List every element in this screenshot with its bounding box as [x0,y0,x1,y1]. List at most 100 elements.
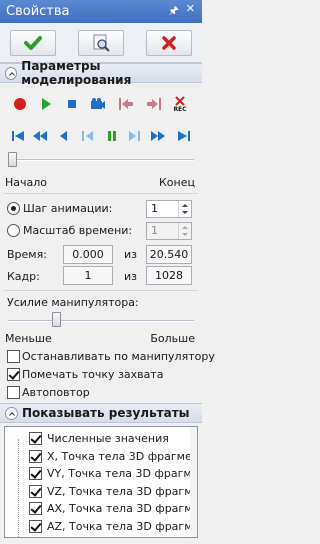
mark-grip-point-checkbox[interactable] [7,368,20,381]
step-back-icon [60,131,67,141]
fast-forward-button[interactable] [150,128,166,144]
autorepeat-checkbox[interactable] [7,386,20,399]
to-start-icon [12,131,24,141]
results-item-label: X, Точка тела 3D фрагме... [47,449,198,463]
results-tree: Численные значения X, Точка тела 3D фрагм… [4,426,198,538]
section-results-header[interactable]: Показывать результаты [0,403,202,423]
results-item-checkbox[interactable] [29,519,42,533]
animation-step-label: Шаг анимации: [23,202,113,215]
preview-icon [93,34,110,52]
rec-x-icon [175,95,185,106]
manipulator-thumb[interactable] [52,312,62,327]
play-back-icon [82,131,93,141]
fast-back-button[interactable] [32,128,48,144]
collapse-chevron-icon[interactable] [5,406,18,420]
manipulator-label: Усилие манипулятора: [7,296,139,309]
results-item-checkbox[interactable] [29,432,42,445]
play-button[interactable] [38,96,54,112]
stop-by-manipulator-label: Останавливать по манипулятору [22,350,215,363]
ok-button[interactable] [10,30,56,56]
frame-total-field: 1028 [146,266,192,285]
time-total-field: 20.540 [146,245,192,264]
rec-button[interactable]: REC [172,94,188,114]
autorepeat-label: Автоповтор [22,386,90,399]
pin-icon[interactable]: 🖈 [169,2,179,21]
time-scale-value: 1 [151,224,158,237]
results-item-label: VZ, Точка тела 3D фрагм... [47,484,198,498]
results-item-label: AX, Точка тела 3D фрагм... [47,502,198,515]
to-start-button[interactable] [10,128,26,144]
pause-icon [108,131,116,141]
play-forward-button[interactable] [126,128,142,144]
stop-icon [68,100,76,108]
time-scale-label: Масштаб времени: [23,224,133,237]
results-tree-item[interactable]: X, Точка тела 3D фрагме... [5,449,197,465]
camera-button[interactable] [90,96,106,112]
title-bar: Свойства 🖈 ✕ [0,0,202,23]
record-icon [14,98,26,110]
divider [4,193,198,194]
timeline-thumb[interactable] [8,152,17,167]
results-tree-item[interactable]: VZ, Точка тела 3D фрагм... [5,484,197,500]
stop-by-manipulator-checkbox[interactable] [7,350,20,363]
results-item-checkbox[interactable] [29,484,42,498]
pause-button[interactable] [104,128,120,144]
results-item-checkbox[interactable] [29,502,42,515]
section-modeling-header[interactable]: Параметры моделирования [0,59,202,87]
window-title: Свойства [6,4,70,19]
go-start-marker-button[interactable] [118,96,134,112]
timeline-end-label: Конец [159,176,195,189]
cancel-button[interactable] [146,30,192,56]
animation-step-radio[interactable] [7,202,20,215]
results-tree-item[interactable]: AZ, Точка тела 3D фрагм... [5,519,197,535]
results-tree-item[interactable]: VY, Точка тела 3D фрагм... [5,466,197,482]
manipulator-track[interactable] [8,320,194,322]
record-button[interactable] [12,96,28,112]
play-icon [42,98,51,110]
timeline-start-label: Начало [5,176,48,189]
results-scrollbar[interactable] [190,427,197,537]
results-tree-item[interactable]: AX, Точка тела 3D фрагм... [5,501,197,517]
close-icon[interactable]: ✕ [186,2,195,21]
checkmark-icon [24,36,42,50]
section-results-title: Показывать результаты [22,406,190,420]
time-of-label: из [124,248,137,261]
play-forward-icon [129,131,140,141]
manipulator-less-label: Меньше [5,332,52,345]
go-end-marker-icon [147,98,161,110]
cancel-x-icon [162,36,176,50]
time-scale-spinner[interactable]: 1 [146,222,192,240]
timeline-track[interactable] [8,159,194,161]
divider [4,290,198,291]
results-item-checkbox[interactable] [29,467,42,480]
time-scale-radio[interactable] [7,224,20,237]
to-end-button[interactable] [176,128,192,144]
step-back-button[interactable] [56,128,72,144]
go-start-marker-icon [119,98,133,110]
frame-label: Кадр: [7,270,40,283]
results-item-checkbox[interactable] [29,449,42,463]
time-label: Время: [7,248,47,261]
stop-button[interactable] [64,96,80,112]
camera-icon [91,98,105,109]
fast-back-icon [33,131,47,141]
frame-of-label: из [124,270,137,283]
go-end-marker-button[interactable] [146,96,162,112]
collapse-chevron-icon[interactable] [5,66,18,80]
animation-step-spinner[interactable]: 1 [146,200,192,218]
preview-button[interactable] [78,30,124,56]
time-current-field: 0.000 [63,245,113,264]
play-back-button[interactable] [80,128,96,144]
results-item-label: VY, Точка тела 3D фрагм... [47,467,198,480]
mark-grip-point-label: Помечать точку захвата [22,368,164,381]
results-item-label: Численные значения [47,432,169,445]
fast-forward-icon [151,131,165,141]
frame-current-field: 1 [63,266,113,285]
manipulator-more-label: Больше [150,332,195,345]
toolbar [0,23,202,63]
results-item-label: AZ, Точка тела 3D фрагм... [47,519,198,533]
to-end-icon [178,131,190,141]
results-tree-item[interactable]: Численные значения [5,431,197,447]
section-modeling-title: Параметры моделирования [21,59,132,87]
animation-step-value: 1 [151,202,158,215]
